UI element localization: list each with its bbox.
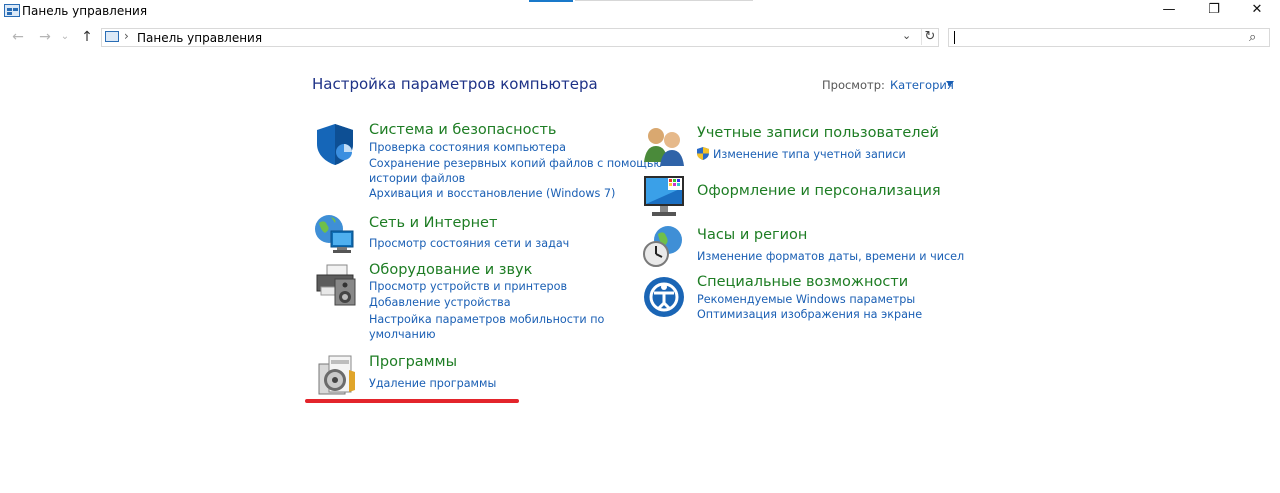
text-cursor <box>954 31 955 44</box>
close-button[interactable]: ✕ <box>1234 0 1280 22</box>
title-bar <box>0 0 1280 24</box>
category-system-security[interactable]: Система и безопасность <box>369 122 556 138</box>
breadcrumb-separator[interactable]: › <box>124 29 129 43</box>
control-panel-app-icon <box>4 4 20 17</box>
network-globe-icon[interactable] <box>313 211 357 255</box>
view-by-caret-icon[interactable] <box>946 81 954 86</box>
highlight-underline <box>305 399 519 403</box>
minimize-button[interactable]: — <box>1146 0 1192 22</box>
window-title: Панель управления <box>22 4 148 18</box>
title-bar-divider <box>575 0 753 1</box>
view-by-dropdown[interactable]: Категория <box>890 78 954 92</box>
link-backup-restore-win7[interactable]: Архивация и восстановление (Windows 7) <box>369 186 615 201</box>
printer-speaker-icon[interactable] <box>313 263 357 307</box>
link-optimize-display[interactable]: Оптимизация изображения на экране <box>697 307 922 322</box>
users-icon[interactable] <box>642 124 686 168</box>
link-add-device[interactable]: Добавление устройства <box>369 295 511 310</box>
uac-shield-icon <box>697 147 709 160</box>
link-recommended-settings[interactable]: Рекомендуемые Windows параметры <box>697 292 915 307</box>
link-uninstall-program[interactable]: Удаление программы <box>369 376 496 391</box>
control-panel-small-icon <box>105 31 119 42</box>
category-programs[interactable]: Программы <box>369 354 457 370</box>
search-input[interactable] <box>948 28 1270 47</box>
breadcrumb-control-panel[interactable]: Панель управления <box>137 31 262 45</box>
page-title: Настройка параметров компьютера <box>312 75 598 93</box>
link-network-status[interactable]: Просмотр состояния сети и задач <box>369 236 569 251</box>
shield-icon[interactable] <box>313 122 357 166</box>
forward-button[interactable]: → <box>36 29 54 45</box>
category-clock-region[interactable]: Часы и регион <box>697 227 807 243</box>
monitor-palette-icon[interactable] <box>642 174 686 218</box>
link-change-account-type[interactable]: Изменение типа учетной записи <box>713 147 906 162</box>
address-dropdown-button[interactable]: ⌄ <box>902 29 911 42</box>
category-user-accounts[interactable]: Учетные записи пользователей <box>697 125 939 141</box>
link-file-history-backup[interactable]: Сохранение резервных копий файлов с помо… <box>369 156 663 171</box>
restore-button[interactable]: ❐ <box>1191 0 1237 22</box>
link-mobility-settings[interactable]: Настройка параметров мобильности по <box>369 312 604 327</box>
back-button[interactable]: ← <box>9 29 27 45</box>
link-date-time-formats[interactable]: Изменение форматов даты, времени и чисел <box>697 249 964 264</box>
category-appearance-personalization[interactable]: Оформление и персонализация <box>697 183 941 199</box>
programs-disc-icon[interactable] <box>315 352 359 396</box>
link-file-history-backup-cont[interactable]: истории файлов <box>369 171 465 186</box>
category-hardware-sound[interactable]: Оборудование и звук <box>369 262 532 278</box>
recent-locations-button[interactable]: ⌄ <box>59 29 71 45</box>
category-network-internet[interactable]: Сеть и Интернет <box>369 215 497 231</box>
ease-of-access-icon[interactable] <box>642 275 686 319</box>
up-button[interactable]: ↑ <box>78 29 96 45</box>
clock-globe-icon[interactable] <box>642 224 686 268</box>
search-icon[interactable]: ⌕ <box>1249 30 1256 45</box>
refresh-button[interactable]: ↻ <box>921 29 938 45</box>
link-mobility-settings-cont[interactable]: умолчанию <box>369 327 436 342</box>
link-check-computer-status[interactable]: Проверка состояния компьютера <box>369 140 566 155</box>
title-bar-accent <box>529 0 573 2</box>
link-devices-printers[interactable]: Просмотр устройств и принтеров <box>369 279 567 294</box>
view-by-label: Просмотр: <box>822 78 885 92</box>
category-ease-of-access[interactable]: Специальные возможности <box>697 274 908 290</box>
